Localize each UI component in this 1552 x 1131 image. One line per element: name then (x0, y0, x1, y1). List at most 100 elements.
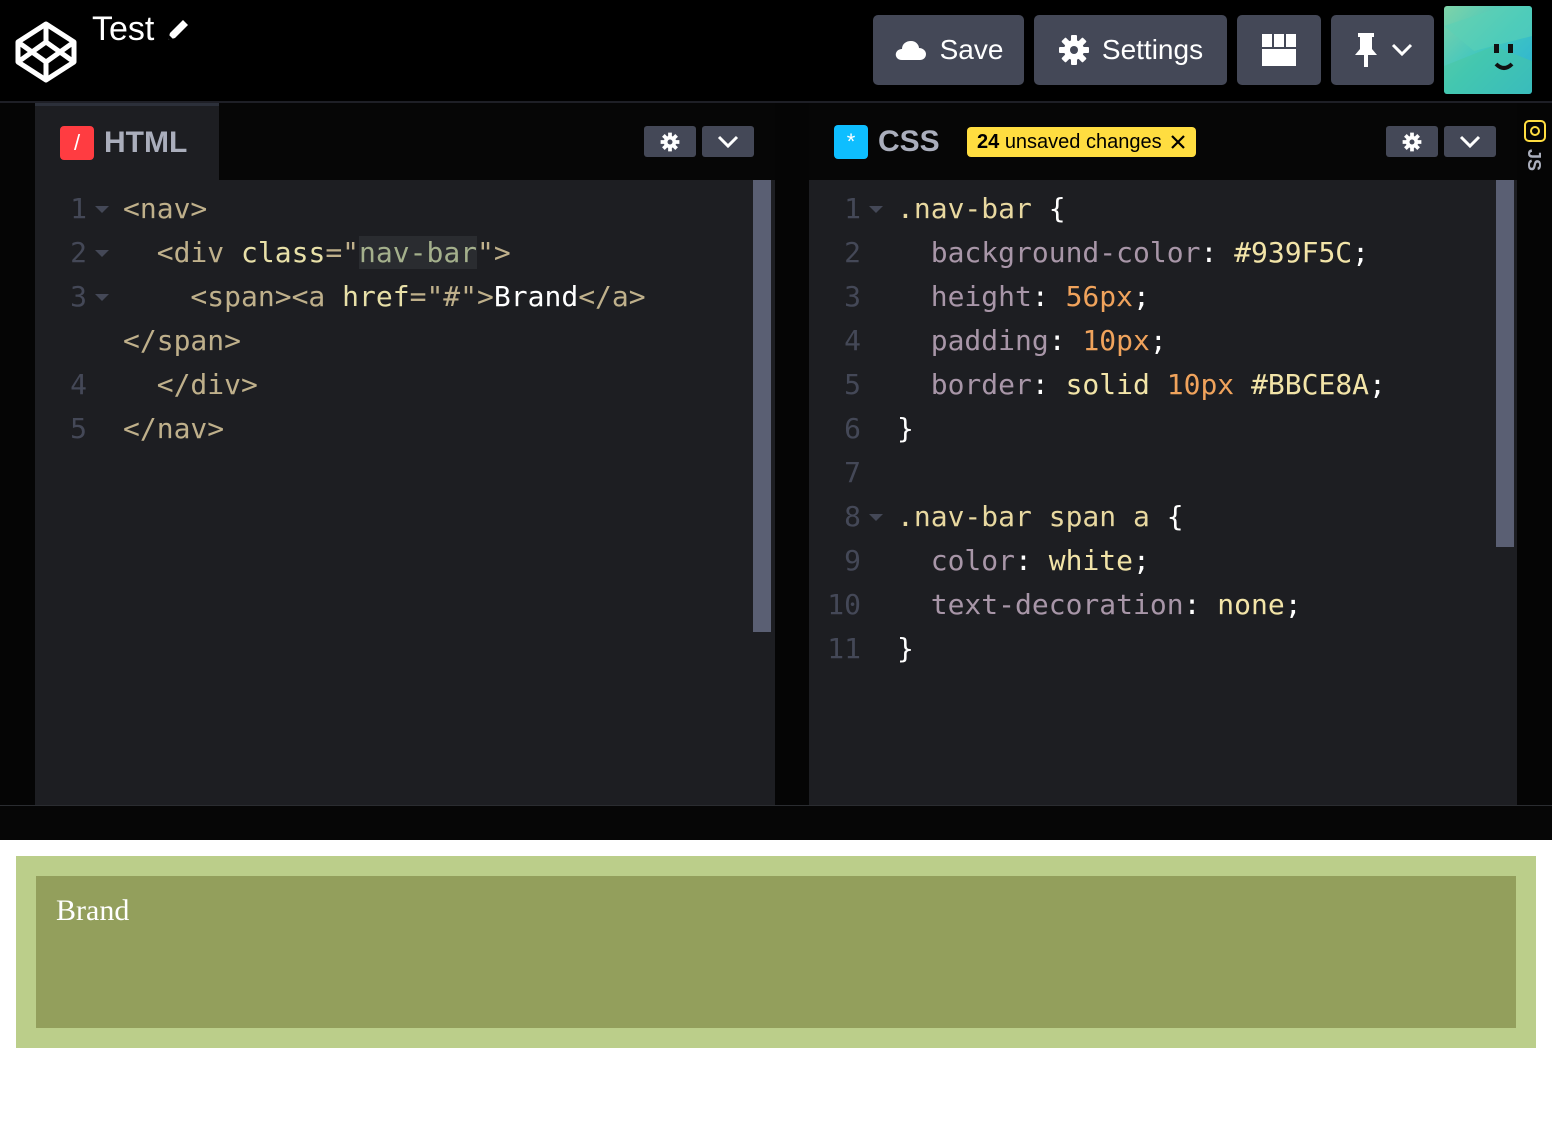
fold-arrow-icon[interactable] (95, 294, 109, 301)
resize-splitter[interactable] (0, 805, 1552, 840)
code-text: .nav-bar { (897, 187, 1066, 231)
code-token: nav-bar (359, 236, 478, 269)
code-token: border (897, 368, 1032, 401)
code-line[interactable]: 2 <div class="nav-bar"> (35, 231, 775, 275)
code-text: <nav> (123, 187, 207, 231)
css-scrollbar[interactable] (1496, 180, 1514, 547)
html-collapse-button[interactable] (702, 126, 754, 157)
code-token: ="#"> (409, 280, 494, 313)
code-token: ; (1369, 368, 1386, 401)
save-button[interactable]: Save (873, 15, 1024, 85)
fold-arrow-icon[interactable] (95, 206, 109, 213)
code-line[interactable]: 9 color: white; (809, 539, 1517, 583)
code-token: color (897, 544, 1016, 577)
code-text: .nav-bar span a { (897, 495, 1184, 539)
css-editor: * CSS 24 unsaved changes 1 .nav-bar {2 … (809, 103, 1517, 805)
code-line[interactable]: 4 padding: 10px; (809, 319, 1517, 363)
code-line[interactable]: 2 background-color: #939F5C; (809, 231, 1517, 275)
close-icon[interactable] (1170, 134, 1186, 150)
html-scrollbar[interactable] (753, 180, 771, 632)
pen-title-group[interactable]: Test (92, 10, 192, 49)
code-text: </nav> (123, 407, 224, 451)
brand-link[interactable]: Brand (56, 894, 129, 928)
code-line[interactable]: 1 .nav-bar { (809, 187, 1517, 231)
code-line[interactable]: 10 text-decoration: none; (809, 583, 1517, 627)
chevron-down-icon (1459, 135, 1481, 148)
html-editor-header: / HTML (35, 103, 775, 180)
code-line[interactable]: </span> (35, 319, 775, 363)
code-line[interactable]: 11} (809, 627, 1517, 671)
gear-icon (1058, 35, 1089, 65)
change-view-button[interactable] (1237, 15, 1321, 85)
layout-grid-icon (1262, 34, 1296, 66)
line-number: 2 (70, 236, 87, 269)
pen-title[interactable]: Test (92, 10, 154, 49)
fold-arrow-icon[interactable] (95, 250, 109, 257)
unsaved-changes-badge[interactable]: 24 unsaved changes (967, 127, 1196, 157)
code-line[interactable]: 7 (809, 451, 1517, 495)
settings-button[interactable]: Settings (1034, 15, 1227, 85)
code-token: class (241, 236, 326, 269)
code-token: ; (1352, 236, 1370, 269)
editor-area: / HTML 1 <nav> 2 <div class="nav-bar"> 3… (0, 103, 1552, 805)
tab-html[interactable]: / HTML (35, 103, 219, 180)
code-text: <div class="nav-bar"> (123, 231, 511, 275)
chevron-down-icon (717, 135, 739, 148)
code-token: { (1166, 500, 1184, 533)
unsaved-label: 24 unsaved changes (977, 131, 1162, 154)
gear-icon (1402, 132, 1422, 151)
code-line[interactable]: 6} (809, 407, 1517, 451)
code-line[interactable]: 4 </div> (35, 363, 775, 407)
line-number: 1 (844, 192, 861, 225)
code-token: .nav-bar (897, 192, 1049, 225)
code-token: : (1031, 280, 1066, 313)
js-editor-collapsed[interactable]: JS (1517, 103, 1552, 805)
line-number: 8 (844, 500, 861, 533)
user-avatar[interactable] (1444, 6, 1532, 94)
line-number: 10 (827, 588, 861, 621)
code-token: <span><a (123, 280, 343, 313)
code-token: background-color (897, 236, 1201, 269)
code-line[interactable]: 8 .nav-bar span a { (809, 495, 1517, 539)
unsaved-count: 24 (977, 130, 1000, 153)
gear-icon (660, 132, 680, 151)
codepen-logo-icon[interactable] (14, 20, 78, 84)
code-token: </span> (123, 324, 242, 357)
tab-css[interactable]: * CSS (809, 103, 954, 180)
code-token: </a> (578, 280, 646, 313)
code-line[interactable]: 5 </nav> (35, 407, 775, 451)
css-editor-header: * CSS 24 unsaved changes (809, 103, 1517, 180)
code-token: } (897, 412, 914, 445)
code-text: <span><a href="#">Brand</a> (123, 275, 646, 319)
code-token: : (1048, 324, 1083, 357)
fold-arrow-icon[interactable] (869, 514, 883, 521)
pin-menu-button[interactable] (1331, 15, 1434, 85)
line-number: 2 (844, 236, 861, 269)
code-token: } (897, 632, 914, 665)
code-token: padding (897, 324, 1049, 357)
cloud-icon (895, 41, 926, 60)
code-line[interactable]: 5 border: solid 10px #BBCE8A; (809, 363, 1517, 407)
js-tab-label[interactable]: JS (1523, 149, 1544, 171)
code-token: solid (1065, 368, 1167, 401)
fold-arrow-icon[interactable] (869, 206, 883, 213)
code-token: Brand (493, 280, 579, 313)
code-text: </span> (123, 319, 241, 363)
code-token: ; (1284, 588, 1302, 621)
line-number: 11 (827, 632, 861, 665)
code-token: 10px (1082, 324, 1150, 357)
code-token: href (342, 280, 410, 313)
pencil-icon[interactable] (164, 16, 192, 44)
css-collapse-button[interactable] (1444, 126, 1496, 157)
code-line[interactable]: 1 <nav> (35, 187, 775, 231)
code-token: height (897, 280, 1032, 313)
chevron-down-icon (1391, 43, 1412, 57)
code-token: ; (1133, 544, 1150, 577)
code-token: { (1048, 192, 1066, 225)
line-number: 3 (844, 280, 861, 313)
code-line[interactable]: 3 <span><a href="#">Brand</a> (35, 275, 775, 319)
css-settings-button[interactable] (1386, 126, 1438, 157)
code-line[interactable]: 3 height: 56px; (809, 275, 1517, 319)
html-settings-button[interactable] (644, 126, 696, 157)
code-text: padding: 10px; (897, 319, 1167, 363)
